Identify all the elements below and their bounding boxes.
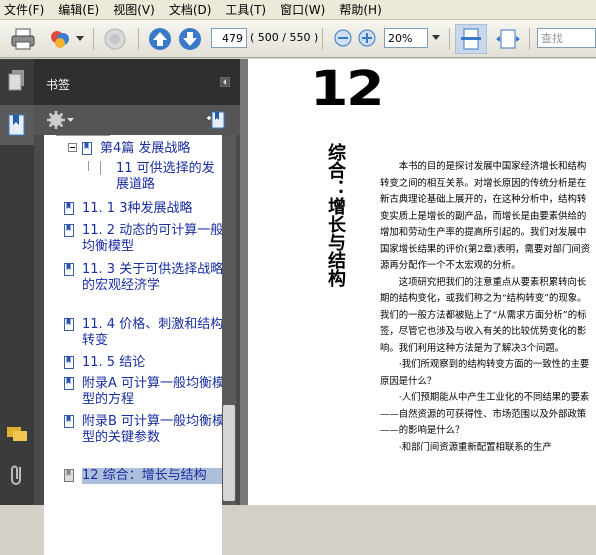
bookmark-icon [64,224,74,237]
document-view[interactable]: 12 综合：增长与结构 本书的目的是探讨发展中国家经济增长和结构转变之间的相互关… [240,59,596,505]
menu-tools[interactable]: 工具(T) [225,1,266,18]
bookmark-label: 11. 1 3种发展战略 [82,201,193,216]
collapse-toggle-icon[interactable] [68,143,77,152]
navigation-pane [0,59,34,505]
chapter-title: 综合：增长与结构 [325,143,346,287]
menu-bar: 文件(F) 编辑(E) 视图(V) 文档(D) 工具(T) 窗口(W) 帮助(H… [0,0,596,20]
paragraph: 本书的目的是探讨发展中国家经济增长和结构转变之间的相互关系。对增长原因的传统分析… [380,161,591,271]
bookmark-label: 11. 5 结论 [82,355,146,370]
bookmark-icon [64,202,74,215]
body-text: 本书的目的是探讨发展中国家经济增长和结构转变之间的相互关系。对增长原因的传统分析… [380,159,592,456]
globe-icon[interactable] [102,27,128,51]
comments-icon[interactable] [6,425,28,445]
chevron-down-icon[interactable] [67,118,74,123]
bookmark-label: 11. 4 价格、刺激和结构转变 [82,317,222,348]
chevron-down-icon[interactable] [76,36,84,42]
new-bookmark-icon[interactable] [206,110,226,130]
page-count: ( 500 / 550 ) [250,31,319,44]
bookmark-icon [64,318,74,331]
bookmark-label: 12 综合：增长与结构 [82,468,222,484]
bookmarks-panel: 书签 第4篇 发展战略 11 可供选择的发展道路 11. 1 3种发展战略 11… [34,59,240,555]
bookmark-icon [64,469,74,482]
zoom-input[interactable] [384,28,428,48]
paragraph: ·和部门间资源重新配置相联系的生产 [398,441,552,453]
bookmark-label: 附录B 可计算一般均衡模型的关键参数 [82,414,222,445]
page-number-input[interactable] [211,28,247,48]
collapse-panel-icon[interactable] [220,77,230,87]
paragraph: ·我们所观察到的结构转变方面的一致性的主要原因是什么？ [380,359,590,387]
menu-window[interactable]: 窗口(W) [280,1,325,18]
bookmark-icon [64,415,74,428]
menu-edit[interactable]: 编辑(E) [58,1,99,18]
zoom-in-icon[interactable] [358,29,376,47]
fit-width-icon[interactable] [494,26,522,52]
bookmark-icon [82,142,92,155]
share-icon[interactable] [48,27,74,51]
menu-view[interactable]: 视图(V) [113,1,155,18]
bookmark-icon [64,377,74,390]
bookmark-label: 11 可供选择的发展道路 [116,161,215,192]
chevron-down-icon[interactable] [432,35,440,41]
attachments-icon[interactable] [9,463,25,487]
panel-toolbar [34,105,240,135]
chapter-number: 12 [310,61,385,117]
panel-title: 书签 [46,78,71,92]
bookmark-icon [64,263,74,276]
paragraph: ·人们预期能从中产生工业化的不同结果的要素——自然资源的可获得性、市场范围以及外… [380,392,590,436]
bookmark-scrollbar[interactable] [222,135,236,505]
bookmark-icon [64,356,74,369]
document-page: 12 综合：增长与结构 本书的目的是探讨发展中国家经济增长和结构转变之间的相互关… [248,59,596,505]
bookmark-label: 11. 2 动态的可计算一般均衡模型 [82,223,222,254]
menu-help[interactable]: 帮助(H) [339,1,381,18]
previous-page-icon[interactable] [148,27,172,51]
bookmark-tree: 第4篇 发展战略 11 可供选择的发展道路 11. 1 3种发展战略 11. 2… [44,135,222,555]
next-page-icon[interactable] [178,27,202,51]
menu-file[interactable]: 文件(F) [4,1,44,18]
paragraph: 这项研究把我们的注意重点从要素积累转向长期的结构变化，或我们称之为“结构转变”的… [380,276,587,354]
options-gear-icon[interactable] [46,110,66,130]
bookmark-label: 11. 3 关于可供选择战略的宏观经济学 [82,262,222,293]
bookmarks-icon[interactable] [8,113,26,137]
bookmark-label: 附录A 可计算一般均衡模型的方程 [82,376,222,407]
fit-page-icon[interactable] [455,24,487,54]
zoom-out-icon[interactable] [334,29,352,47]
bookmark-label: 第4篇 发展战略 [100,141,191,156]
pages-icon[interactable] [8,69,26,93]
toolbar: ( 500 / 550 ) [0,20,596,58]
print-icon[interactable] [10,27,38,51]
scrollbar-thumb[interactable] [223,405,235,501]
panel-header: 书签 [34,59,240,105]
search-input[interactable] [537,28,596,48]
menu-document[interactable]: 文档(D) [169,1,212,18]
